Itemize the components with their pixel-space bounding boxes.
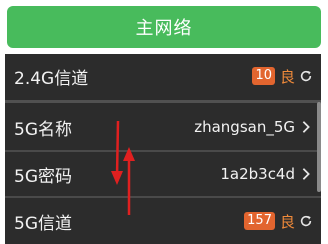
- channel-5g-badge: 157: [244, 212, 275, 230]
- channel-5g-value-group: 157 良: [244, 211, 313, 232]
- ssid-5g-value-group: zhangsan_5G: [194, 118, 313, 136]
- password-5g-value-group: 1a2b3c4d: [220, 165, 313, 183]
- password-5g-row[interactable]: 5G密码 1a2b3c4d: [5, 152, 321, 196]
- ssid-5g-row[interactable]: 5G名称 zhangsan_5G: [5, 104, 321, 150]
- channel-24g-quality: 良: [279, 67, 295, 86]
- wifi-settings-screen: 主网络 2.4G信道 10 良 5G名称 zhangsan_5G 5G密码 1a…: [0, 0, 328, 244]
- channel-5g-label: 5G信道: [14, 213, 72, 234]
- scrollbar[interactable]: [317, 102, 321, 192]
- chevron-right-icon: [302, 121, 310, 133]
- password-5g-label: 5G密码: [14, 166, 72, 187]
- row-divider: [5, 100, 321, 103]
- password-5g-value: 1a2b3c4d: [220, 165, 295, 183]
- channel-24g-label: 2.4G信道: [14, 68, 89, 89]
- chevron-right-icon: [302, 168, 310, 180]
- refresh-icon[interactable]: [299, 69, 313, 83]
- channel-24g-row[interactable]: 2.4G信道 10 良: [5, 54, 321, 98]
- main-network-button[interactable]: 主网络: [7, 6, 321, 48]
- ssid-5g-value: zhangsan_5G: [194, 118, 295, 136]
- channel-24g-badge: 10: [252, 67, 275, 85]
- refresh-icon[interactable]: [299, 214, 313, 228]
- channel-5g-row[interactable]: 5G信道 157 良: [5, 198, 321, 244]
- main-network-label: 主网络: [135, 18, 193, 39]
- ssid-5g-label: 5G名称: [14, 119, 72, 140]
- channel-5g-quality: 良: [279, 212, 295, 231]
- channel-24g-value-group: 10 良: [252, 66, 313, 87]
- scroll-gesture-arrows-icon: [111, 120, 135, 215]
- settings-panel: 2.4G信道 10 良 5G名称 zhangsan_5G 5G密码 1a2b3c…: [5, 54, 321, 244]
